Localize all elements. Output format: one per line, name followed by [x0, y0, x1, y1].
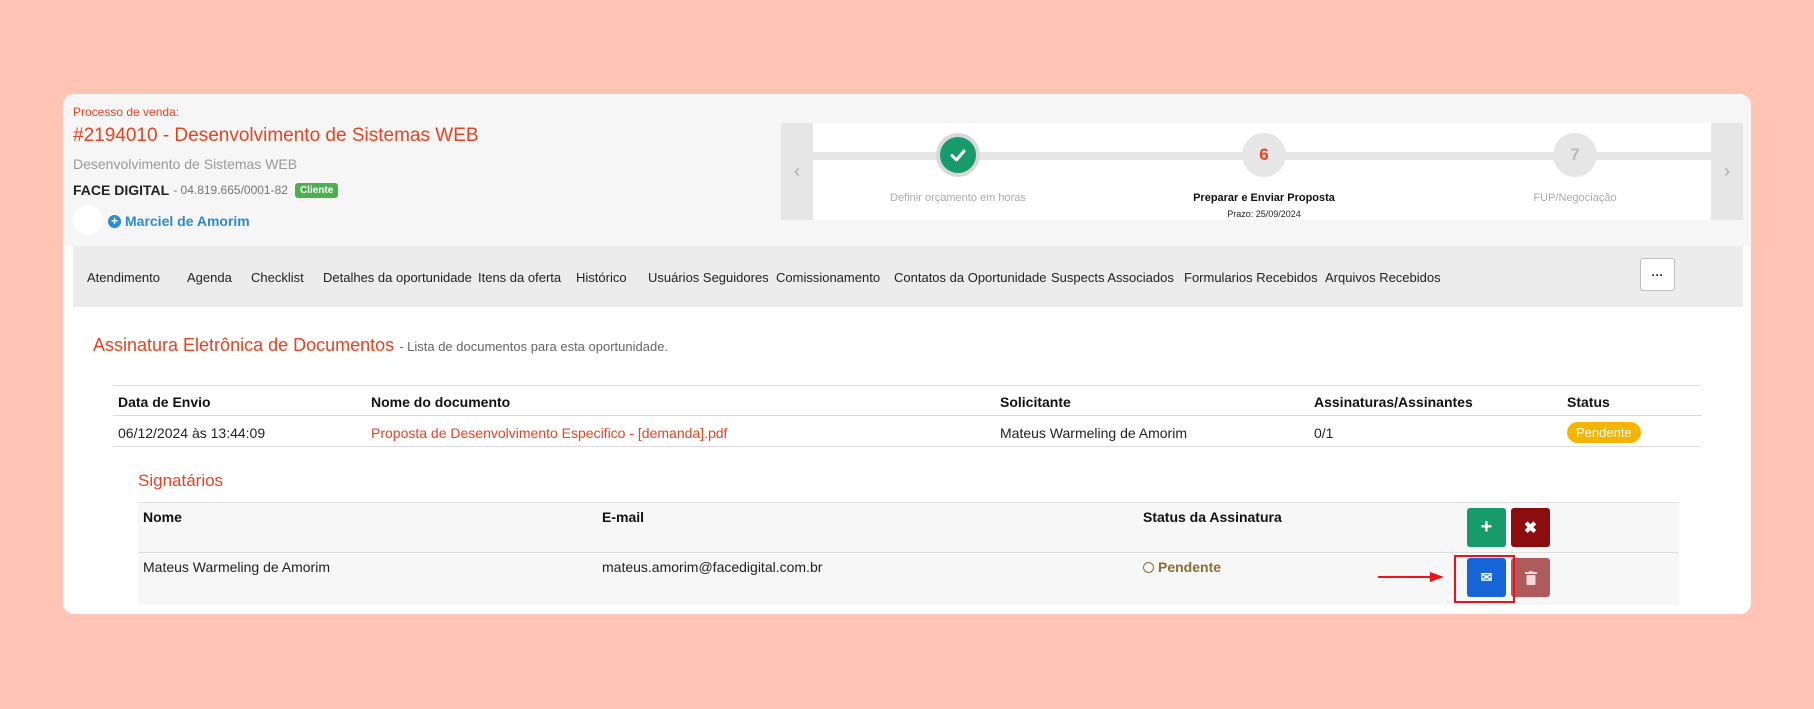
chevron-left-icon[interactable]: ‹ — [781, 123, 813, 220]
tab-atendimento[interactable]: Atendimento — [87, 270, 160, 285]
plus-circle-icon: + — [108, 214, 121, 228]
section-description: - Lista de documentos para esta oportuni… — [399, 339, 669, 354]
table-divider — [113, 415, 1702, 416]
add-signer-button[interactable]: + — [1467, 508, 1506, 547]
col-name: Nome — [143, 509, 182, 525]
step-label: Preparar e Enviar Proposta — [1193, 192, 1335, 204]
tab-comissionamento[interactable]: Comissionamento — [776, 270, 880, 285]
section-heading: Assinatura Eletrônica de Documentos - Li… — [93, 335, 668, 356]
process-title: #2194010 - Desenvolvimento de Sistemas W… — [73, 125, 479, 146]
company-info: FACE DIGITAL - 04.819.665/0001-82 Client… — [73, 182, 339, 198]
step-number: 6 — [1242, 133, 1286, 177]
col-doc-name: Nome do documento — [371, 394, 511, 410]
more-tabs-button[interactable]: ··· — [1640, 258, 1675, 291]
step-deadline: Prazo: 25/09/2024 — [1227, 209, 1301, 219]
trash-icon — [1524, 570, 1537, 585]
signer-email: mateus.amorim@facedigital.com.br — [602, 559, 823, 575]
step-label: FUP/Negociação — [1533, 192, 1617, 204]
tab-historico[interactable]: Histórico — [576, 270, 627, 285]
chevron-right-icon[interactable]: › — [1711, 123, 1743, 220]
opportunity-header: Processo de venda: #2194010 - Desenvolvi… — [63, 94, 1751, 246]
check-icon — [936, 133, 980, 177]
clock-icon — [1143, 561, 1154, 573]
cancel-button[interactable]: ✖ — [1511, 508, 1550, 547]
close-icon: ✖ — [1523, 519, 1538, 537]
col-signatures: Assinaturas/Assinantes — [1314, 394, 1473, 410]
company-name: FACE DIGITAL — [73, 182, 170, 198]
signer-status: Pendente — [1143, 559, 1221, 575]
doc-requester: Mateus Warmeling de Amorim — [1000, 425, 1187, 441]
col-status: Status — [1567, 394, 1610, 410]
table-divider — [113, 446, 1702, 447]
step-current[interactable]: 6 Preparar e Enviar Proposta Prazo: 25/0… — [1174, 133, 1354, 219]
owner-link[interactable]: + Marciel de Amorim — [108, 213, 250, 229]
arrow-right-icon — [1378, 572, 1444, 582]
table-row: Mateus Warmeling de Amorim mateus.amorim… — [138, 553, 1679, 605]
tab-contatos[interactable]: Contatos da Oportunidade — [894, 270, 1047, 285]
table-divider — [113, 385, 1702, 386]
tab-detalhes[interactable]: Detalhes da oportunidade — [323, 270, 472, 285]
signer-name: Mateus Warmeling de Amorim — [143, 559, 330, 575]
tab-formularios[interactable]: Formularios Recebidos — [1184, 270, 1318, 285]
tab-itens[interactable]: Itens da oferta — [478, 270, 561, 285]
delete-signer-button[interactable] — [1511, 558, 1550, 597]
section-title: Assinatura Eletrônica de Documentos — [93, 335, 395, 355]
col-date: Data de Envio — [118, 394, 211, 410]
signers-header-row: Nome E-mail Status da Assinatura + ✖ — [138, 502, 1679, 553]
step-pending[interactable]: 7 FUP/Negociação — [1485, 133, 1665, 204]
status-badge: Pendente — [1567, 422, 1641, 443]
opportunity-card: Processo de venda: #2194010 - Desenvolvi… — [63, 94, 1751, 614]
tab-agenda[interactable]: Agenda — [187, 270, 232, 285]
highlight-box — [1454, 555, 1515, 603]
step-label: Definir orçamento em horas — [890, 192, 1026, 204]
pipeline-stepper: ‹ › Definir orçamento em horas 6 Prepara… — [781, 123, 1743, 220]
process-subtitle: Desenvolvimento de Sistemas WEB — [73, 156, 298, 172]
tab-arquivos[interactable]: Arquivos Recebidos — [1325, 270, 1441, 285]
col-sign-status: Status da Assinatura — [1143, 509, 1282, 525]
tab-checklist[interactable]: Checklist — [251, 270, 304, 285]
col-requester: Solicitante — [1000, 394, 1071, 410]
doc-signatures: 0/1 — [1314, 425, 1334, 441]
company-cnpj: - 04.819.665/0001-82 — [173, 183, 288, 197]
col-email: E-mail — [602, 509, 645, 525]
doc-date: 06/12/2024 às 13:44:09 — [118, 425, 266, 441]
signers-title: Signatários — [138, 471, 224, 490]
owner-avatar — [73, 205, 103, 235]
signers-table: Nome E-mail Status da Assinatura + ✖ Mat… — [138, 502, 1679, 605]
step-number: 7 — [1553, 133, 1597, 177]
tab-usuarios[interactable]: Usuários Seguidores — [648, 270, 769, 285]
doc-link[interactable]: Proposta de Desenvolvimento Especifico -… — [371, 425, 727, 441]
owner-name: Marciel de Amorim — [125, 213, 250, 229]
process-label: Processo de venda: — [73, 105, 180, 119]
tab-suspects[interactable]: Suspects Associados — [1051, 270, 1174, 285]
tab-bar: Atendimento Agenda Checklist Detalhes da… — [73, 246, 1743, 307]
signer-status-label: Pendente — [1158, 559, 1222, 575]
client-badge: Cliente — [294, 182, 339, 198]
plus-icon: + — [1480, 516, 1493, 538]
step-done[interactable]: Definir orçamento em horas — [868, 133, 1048, 204]
